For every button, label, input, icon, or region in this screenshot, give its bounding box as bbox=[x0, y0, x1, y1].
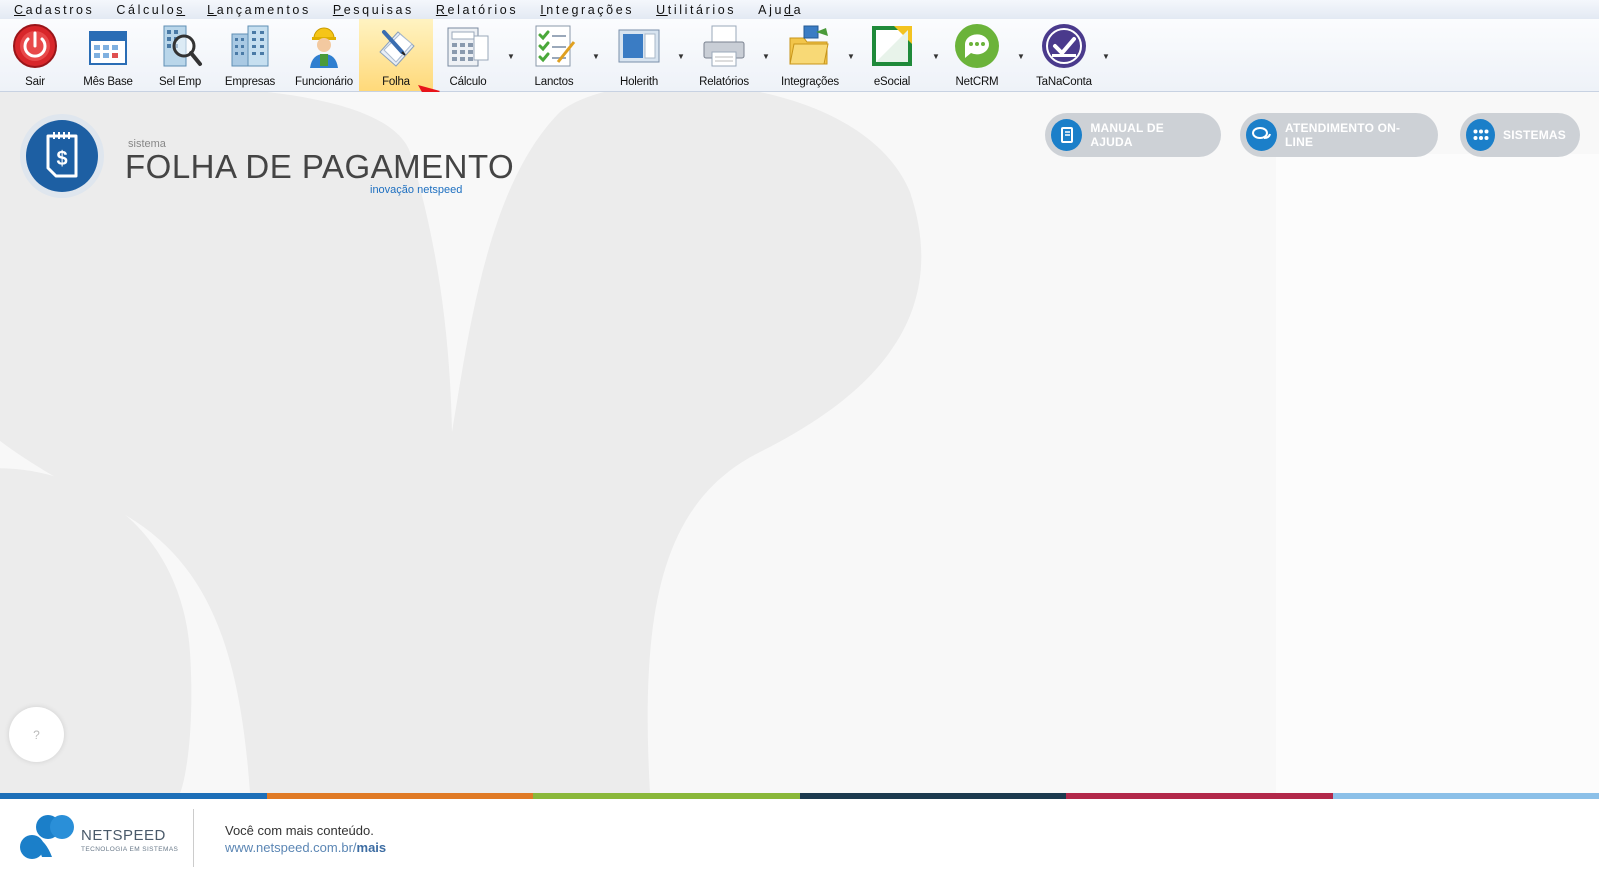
esocial-icon bbox=[872, 26, 912, 66]
printer-icon bbox=[703, 25, 745, 67]
holerith-dropdown-arrow-icon[interactable]: ▼ bbox=[677, 52, 685, 61]
toolbar-netcrm-button[interactable]: NetCRM bbox=[949, 19, 1005, 91]
footer-brand-sub: TECNOLOGIA EM SISTEMAS bbox=[81, 846, 179, 853]
footer: NETSPEED TECNOLOGIA EM SISTEMAS Você com… bbox=[0, 799, 1599, 875]
menu-cadastros[interactable]: Cadastros bbox=[14, 3, 94, 17]
calculator-icon bbox=[447, 27, 489, 67]
footer-text: Você com mais conteúdo. bbox=[225, 823, 374, 838]
netspeed-logo-icon bbox=[20, 815, 74, 859]
integracoes-dropdown-arrow-icon[interactable]: ▼ bbox=[847, 52, 855, 61]
footer-divider bbox=[193, 809, 194, 867]
menu-calculos[interactable]: Cálculos bbox=[116, 3, 185, 17]
help-bubble-button[interactable]: ? bbox=[9, 707, 64, 762]
toolbar-esocial-button[interactable]: eSocial bbox=[864, 19, 920, 91]
lanctos-dropdown-arrow-icon[interactable]: ▼ bbox=[592, 52, 600, 61]
atendimento-online-button[interactable]: ATENDIMENTO ON-LINE bbox=[1240, 113, 1438, 157]
toolbar-funcionario-button[interactable]: Funcionário bbox=[293, 19, 355, 91]
system-title: FOLHA DE PAGAMENTO bbox=[125, 148, 515, 185]
menu-utilitarios[interactable]: Utilitários bbox=[656, 3, 736, 17]
background-watermark bbox=[0, 92, 1599, 793]
menu-lancamentos[interactable]: Lançamentos bbox=[207, 3, 311, 17]
system-tagline: inovação netspeed bbox=[370, 184, 463, 196]
tanaconta-dropdown-arrow-icon[interactable]: ▼ bbox=[1102, 52, 1110, 61]
menu-integracoes[interactable]: Integrações bbox=[540, 3, 634, 17]
menu-bar: Cadastros Cálculos Lançamentos Pesquisas… bbox=[0, 0, 1599, 19]
manual-ajuda-button[interactable]: MANUAL DE AJUDA bbox=[1045, 113, 1221, 157]
toolbar-sel-emp-button[interactable]: Sel Emp bbox=[154, 19, 206, 91]
esocial-dropdown-arrow-icon[interactable]: ▼ bbox=[932, 52, 940, 61]
relatorios-dropdown-arrow-icon[interactable]: ▼ bbox=[762, 52, 770, 61]
paper-pen-icon bbox=[379, 30, 415, 67]
toolbar-sair-button[interactable]: Sair bbox=[10, 19, 60, 91]
footer-brand: NETSPEED bbox=[81, 827, 166, 844]
book-icon bbox=[1051, 119, 1083, 151]
toolbar-mes-base-button[interactable]: Mês Base bbox=[78, 19, 138, 91]
toolbar-integracoes-button[interactable]: Integrações bbox=[779, 19, 841, 91]
payroll-document-icon: $ bbox=[46, 132, 78, 178]
menu-pesquisas[interactable]: Pesquisas bbox=[333, 3, 414, 17]
main-area: $ sistema FOLHA DE PAGAMENTO inovação ne… bbox=[0, 92, 1599, 793]
calculo-dropdown-arrow-icon[interactable]: ▼ bbox=[507, 52, 515, 61]
menu-ajuda[interactable]: Ajuda bbox=[758, 3, 803, 17]
menu-relatorios[interactable]: Relatórios bbox=[436, 3, 518, 17]
toolbar-lanctos-button[interactable]: Lanctos bbox=[526, 19, 582, 91]
netcrm-dropdown-arrow-icon[interactable]: ▼ bbox=[1017, 52, 1025, 61]
check-badge-icon bbox=[1042, 24, 1086, 68]
toolbar: Sair Mês Base Sel Emp Empresas Funcionár… bbox=[0, 19, 1599, 127]
system-logo: $ bbox=[20, 114, 104, 198]
chat-icon bbox=[955, 24, 999, 68]
buildings-icon bbox=[231, 25, 269, 67]
calendar-icon bbox=[89, 31, 127, 65]
worker-icon bbox=[310, 27, 338, 68]
sistemas-button[interactable]: SISTEMAS bbox=[1460, 113, 1580, 157]
checklist-icon bbox=[535, 25, 576, 67]
footer-link[interactable]: www.netspeed.com.br/mais bbox=[225, 840, 386, 855]
toolbar-holerith-button[interactable]: Holerith bbox=[611, 19, 667, 91]
toolbar-relatorios-button[interactable]: Relatórios bbox=[696, 19, 752, 91]
building-search-icon bbox=[163, 25, 202, 67]
grid-dots-icon bbox=[1466, 119, 1496, 151]
chat-bubbles-icon bbox=[1246, 119, 1278, 151]
toolbar-empresas-button[interactable]: Empresas bbox=[222, 19, 278, 91]
folders-icon bbox=[789, 25, 829, 65]
svg-text:$: $ bbox=[56, 148, 67, 170]
power-icon bbox=[13, 24, 57, 68]
document-icon bbox=[618, 29, 660, 63]
toolbar-tanaconta-button[interactable]: TaNaConta bbox=[1033, 19, 1095, 91]
